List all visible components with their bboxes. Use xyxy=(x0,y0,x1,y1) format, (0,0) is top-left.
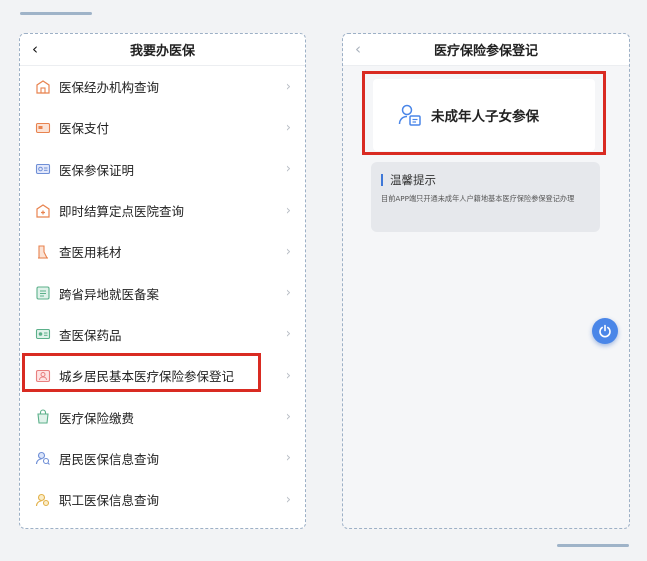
chevron-right-icon: › xyxy=(285,409,291,425)
list-item-label: 跨省异地就医备案 xyxy=(59,286,160,302)
tip-card: 温馨提示 目前APP端只开通未成年人户籍地基本医疗保险参保登记办理 xyxy=(371,162,600,232)
back-arrow-icon[interactable]: ‹ xyxy=(32,41,38,57)
page-title: 我要办医保 xyxy=(129,44,195,59)
certificate-icon xyxy=(34,161,51,178)
minor-child-enrollment-label: 未成年人子女参保 xyxy=(431,109,539,125)
list-item-label: 医疗保险缴费 xyxy=(59,410,135,426)
list-item-medical-supplies[interactable]: 查医用耗材 › xyxy=(20,231,305,272)
payment-icon xyxy=(34,409,51,426)
chevron-right-icon: › xyxy=(285,450,291,466)
list-item-label: 医保支付 xyxy=(59,121,110,137)
power-button[interactable] xyxy=(592,318,618,344)
back-arrow-icon[interactable]: ‹ xyxy=(355,41,361,57)
left-phone-screen: ‹ 我要办医保 医保经办机构查询 › 医保支付 › 医保参保证明 › 即时结算定… xyxy=(19,33,306,529)
nav-bar: ‹ 医疗保险参保登记 xyxy=(343,34,629,66)
decorative-line-bottom xyxy=(557,544,629,547)
list-item-employee-info[interactable]: 职工医保信息查询 › xyxy=(20,479,305,520)
list-item-label: 查医保药品 xyxy=(59,327,122,343)
service-list: 医保经办机构查询 › 医保支付 › 医保参保证明 › 即时结算定点医院查询 › xyxy=(20,66,305,520)
chevron-right-icon: › xyxy=(285,79,291,95)
filing-icon xyxy=(34,285,51,302)
list-item-label: 即时结算定点医院查询 xyxy=(59,204,185,220)
list-item-label: 查医用耗材 xyxy=(59,245,122,261)
list-item-insurance-payment[interactable]: 医疗保险缴费 › xyxy=(20,396,305,437)
decorative-line-top xyxy=(20,12,92,15)
registration-icon xyxy=(34,367,51,384)
list-item-medicine-query[interactable]: 查医保药品 › xyxy=(20,314,305,355)
payment-card-icon xyxy=(34,119,51,136)
medicine-icon xyxy=(34,326,51,343)
tip-title: 温馨提示 xyxy=(381,174,590,186)
chevron-right-icon: › xyxy=(285,161,291,177)
chevron-right-icon: › xyxy=(285,326,291,342)
medical-supply-icon xyxy=(34,243,51,260)
power-icon xyxy=(599,324,611,338)
list-item-payment[interactable]: 医保支付 › xyxy=(20,107,305,148)
list-item-remote-filing[interactable]: 跨省异地就医备案 › xyxy=(20,272,305,313)
list-item-label: 医保参保证明 xyxy=(59,162,135,178)
chevron-right-icon: › xyxy=(285,492,291,508)
hospital-icon xyxy=(34,202,51,219)
resident-info-icon xyxy=(34,450,51,467)
list-item-label: 居民医保信息查询 xyxy=(59,451,160,467)
list-item-label: 城乡居民基本医疗保险参保登记 xyxy=(59,369,235,385)
list-item-label: 医保经办机构查询 xyxy=(59,80,160,96)
chevron-right-icon: › xyxy=(285,120,291,136)
building-icon xyxy=(34,78,51,95)
person-document-icon xyxy=(398,104,421,126)
page-title: 医疗保险参保登记 xyxy=(433,44,538,59)
minor-child-enrollment-button[interactable]: 未成年人子女参保 xyxy=(373,79,595,151)
chevron-right-icon: › xyxy=(285,285,291,301)
nav-bar: ‹ 我要办医保 xyxy=(20,34,305,66)
list-item-resident-info[interactable]: 居民医保信息查询 › xyxy=(20,438,305,479)
list-item-insurance-registration[interactable]: 城乡居民基本医疗保险参保登记 › xyxy=(20,355,305,396)
chevron-right-icon: › xyxy=(285,244,291,260)
list-item-agency-query[interactable]: 医保经办机构查询 › xyxy=(20,66,305,107)
list-item-label: 职工医保信息查询 xyxy=(59,493,160,509)
chevron-right-icon: › xyxy=(285,203,291,219)
employee-info-icon xyxy=(34,491,51,508)
tip-body: 目前APP端只开通未成年人户籍地基本医疗保险参保登记办理 xyxy=(381,194,575,203)
list-item-certificate[interactable]: 医保参保证明 › xyxy=(20,149,305,190)
list-item-hospital-query[interactable]: 即时结算定点医院查询 › xyxy=(20,190,305,231)
chevron-right-icon: › xyxy=(285,368,291,384)
